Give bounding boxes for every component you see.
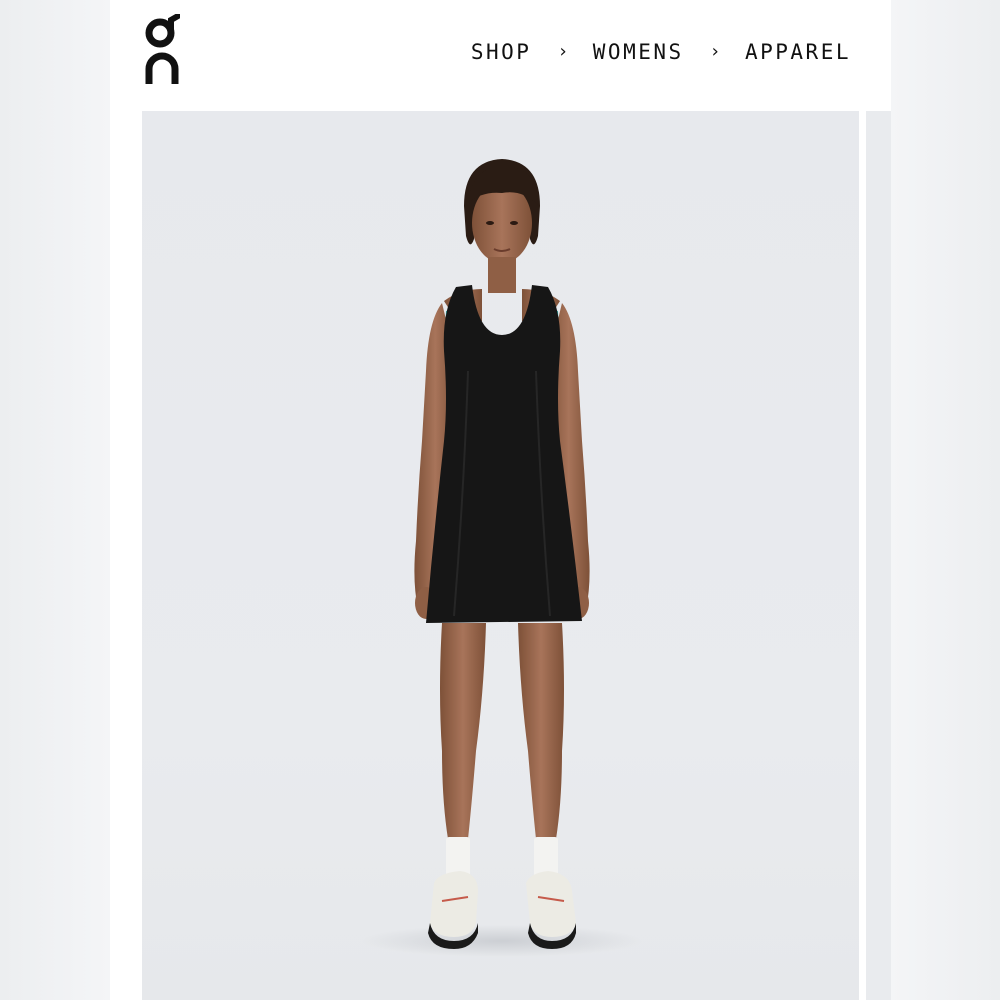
breadcrumb-shop[interactable]: SHOP [471,40,532,64]
chevron-right-icon: › [709,40,723,62]
on-logo[interactable] [144,11,183,86]
product-page: SHOP › WOMENS › APPAREL [110,0,891,1000]
backdrop-left [0,0,110,1000]
on-logo-icon [145,11,183,84]
breadcrumb: SHOP › WOMENS › APPAREL [471,40,851,64]
breadcrumb-apparel[interactable]: APPAREL [745,40,851,64]
breadcrumb-womens[interactable]: WOMENS [593,40,684,64]
header: SHOP › WOMENS › APPAREL [110,0,891,110]
product-image[interactable] [142,111,859,1000]
model-illustration [362,159,642,957]
backdrop-right [890,0,1000,1000]
chevron-right-icon: › [557,40,571,62]
next-image-peek[interactable] [866,111,891,1000]
